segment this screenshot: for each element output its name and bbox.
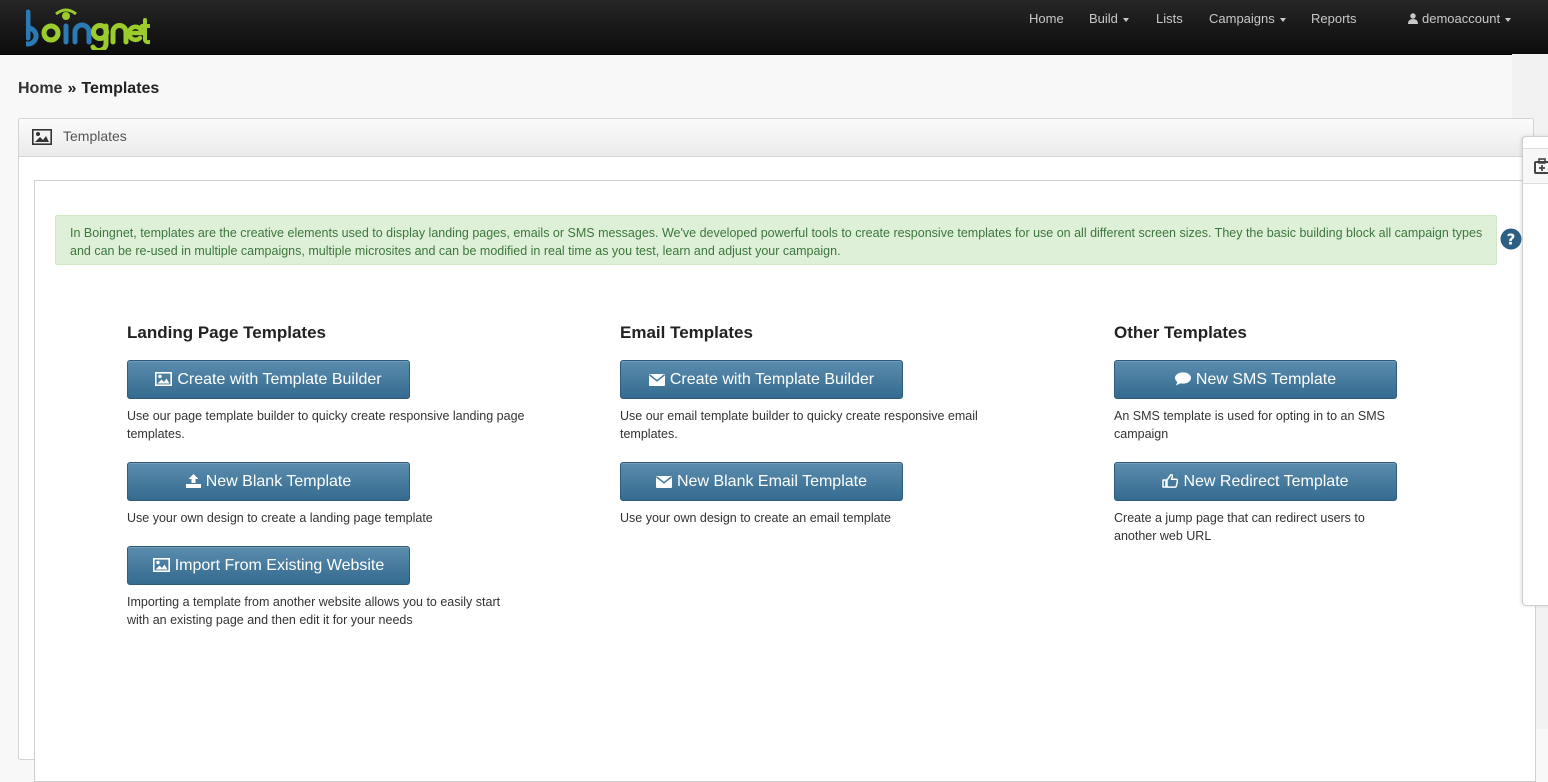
new-blank-template-desc: Use your own design to create a landing … [127,511,433,525]
caret-down-icon [1279,17,1286,22]
panel-heading: Templates [19,119,1533,157]
new-sms-template-button[interactable]: New SMS Template [1114,360,1397,399]
import-from-existing-website-desc: Importing a template from another websit… [127,595,501,627]
intro-alert: In Boingnet, templates are the creative … [55,215,1497,265]
nav-user-menu[interactable]: demoaccount [1408,11,1512,27]
envelope-icon [655,465,672,502]
landing-create-with-builder-desc: Use our page template builder to quicky … [127,409,525,441]
side-panel-widget[interactable] [1522,136,1548,606]
nav-build[interactable]: Build [1089,11,1129,26]
picture-icon [32,129,52,150]
svg-text:?: ? [1507,231,1516,249]
nav-home[interactable]: Home [1029,11,1064,26]
nav-campaigns[interactable]: Campaigns [1209,11,1286,26]
side-panel-header [1523,148,1548,184]
nav-reports[interactable]: Reports [1311,11,1357,26]
breadcrumb: Home » Templates [18,80,159,98]
envelope-icon [648,363,665,400]
landing-create-with-builder-button[interactable]: Create with Template Builder [127,360,410,399]
picture-icon [152,549,170,586]
email-create-with-builder-desc: Use our email template builder to quicky… [620,409,978,441]
new-redirect-template-button[interactable]: New Redirect Template [1114,462,1397,501]
new-blank-email-template-button[interactable]: New Blank Email Template [620,462,903,501]
toolbox-icon [1534,158,1548,179]
breadcrumb-current: Templates [81,80,160,97]
email-create-with-builder-button[interactable]: Create with Template Builder [620,360,903,399]
top-navbar: Home Build Lists Campaigns Reports demoa… [0,0,1548,55]
new-sms-template-desc: An SMS template is used for opting in to… [1114,409,1385,441]
other-templates-heading: Other Templates [1114,323,1247,342]
landing-page-templates-heading: Landing Page Templates [127,323,327,342]
user-icon [1408,12,1418,27]
hand-point-icon [1162,465,1179,502]
upload-icon [185,465,201,502]
picture-icon [155,363,173,400]
help-icon[interactable]: ? [1500,228,1522,255]
new-blank-email-template-desc: Use your own design to create an email t… [620,511,891,525]
panel-title: Templates [63,128,127,144]
import-from-existing-website-button[interactable]: Import From Existing Website [127,546,410,585]
breadcrumb-home-link[interactable]: Home [18,80,62,97]
breadcrumb-separator: » [67,80,77,97]
nav-lists[interactable]: Lists [1156,11,1183,26]
new-redirect-template-desc: Create a jump page that can redirect use… [1114,511,1365,543]
caret-down-icon [1122,17,1129,22]
email-templates-heading: Email Templates [620,323,753,342]
comment-icon [1174,363,1191,400]
caret-down-icon [1505,17,1512,22]
new-blank-template-button[interactable]: New Blank Template [127,462,410,501]
boingnet-logo[interactable] [26,4,150,50]
